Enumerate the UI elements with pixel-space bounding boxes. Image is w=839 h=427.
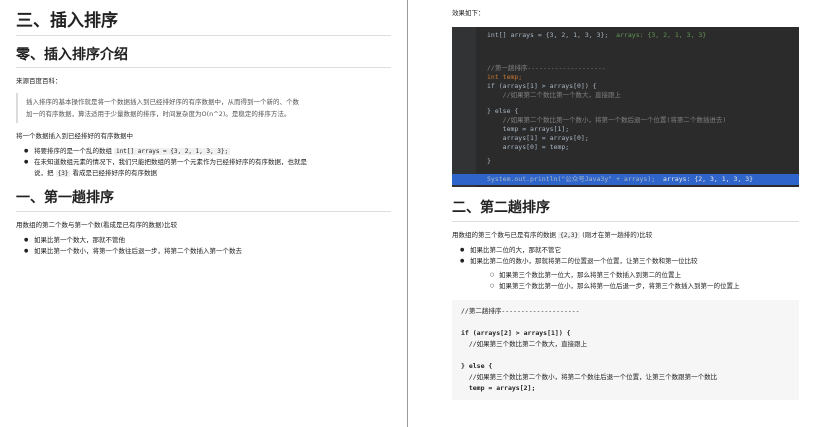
pass2-description: 用数组的第三个数与已是有序的数据 {2,3} (刚才在第一趟排的)比较 [452, 230, 799, 241]
bullet-text: 看成是已经排好序的有序数据 [70, 169, 157, 177]
pass1-heading: 一、第一趟排序 [16, 187, 391, 212]
code-line: } else { [487, 107, 519, 115]
code-line: //第二趟排序-------------------- [461, 307, 580, 315]
code-line: //如果第三个数比第二个数小，将第二个数往后退一个位置，让第三个数跟第一个数比 [461, 373, 718, 381]
bullet-text: 说，把 [34, 169, 56, 177]
code-line: if (arrays[1] > arrays[0]) { [487, 82, 597, 90]
code-line: //如果第二个数比第一个数小，将第一个数后退一个位置(将第二个数插进去) [487, 116, 727, 124]
source-label: 来源百度百科： [16, 77, 62, 85]
desc-text: (刚才在第一趟排的)比较 [580, 231, 653, 239]
list-item: 在未知道数组元素的情况下，我们只能把数组的第一个元素作为已经排好序的有序数据，也… [24, 157, 391, 179]
list-item: 如果比第二位的大，那就不管它 [460, 245, 799, 256]
code-block: //第二趟排序-------------------- if (arrays[2… [452, 300, 799, 400]
effect-label: 效果如下： [452, 9, 485, 17]
ide-code-screenshot: int[] arrays = {3, 2, 1, 3, 3}; arrays: … [452, 27, 799, 187]
code-text: int[] arrays = {3, 2, 1, 3, 3}; [487, 31, 609, 39]
line-gutter [452, 27, 476, 187]
bullet-text: 在未知道数组元素的情况下，我们只能把数组的第一个元素作为已经排好序的有序数据，也… [34, 158, 307, 166]
list-item: 如果比第二位的数小，那就将第二的位置退一个位置，让第三个数和第一位比较 如果第三… [460, 256, 799, 292]
quote-line: 加一的有序数据，算法适用于少量数据的排序，时间复杂度为O(n^2)。是稳定的排序… [26, 110, 291, 118]
code-line: arrays[0] = temp; [487, 143, 570, 151]
code-line: } else { [461, 362, 493, 370]
code-line: System.out.println("公众号Java3y" + arrays)… [487, 175, 753, 184]
code-line: //如果第二个数比第一个数大，直接跟上 [487, 91, 621, 99]
code-line: //如果第三个数比第二个数大，直接跟上 [461, 340, 588, 348]
code-line: temp = arrays[1]; [487, 125, 570, 133]
right-page: 效果如下： int[] arrays = {3, 2, 1, 3, 3}; ar… [409, 0, 839, 427]
sub-bullets: 如果第三个数比第一位大，那么将第三个数插入到第二的位置上 如果第三个数比第一位小… [490, 270, 799, 292]
definition-quote: 插入排序的基本操作就是将一个数据插入到已经排好序的有序数据中，从而得到一个新的、… [16, 93, 391, 123]
page-title: 三、插入排序 [16, 6, 391, 36]
quote-line: 插入排序的基本操作就是将一个数据插入到已经排好序的有序数据中，从而得到一个新的、… [26, 98, 299, 106]
list-item: 如果比第一个数小，将第一个数往后退一步，将第二个数插入第一个数去 [24, 246, 391, 257]
pass1-description: 用数组的第二个数与第一个数(看成是已有序的数据)比较 [16, 221, 178, 229]
pass2-bullets: 如果比第二位的大，那就不管它 如果比第二位的数小，那就将第二的位置退一个位置，让… [460, 245, 799, 292]
debug-value: arrays: {3, 2, 1, 3, 3} [616, 31, 707, 39]
code-line: } [487, 157, 491, 165]
code-text: System.out.println("公众号Java3y" + arrays)… [487, 175, 656, 183]
pass1-bullets: 如果比第一个数大，那就不管他 如果比第一个数小，将第一个数往后退一步，将第二个数… [24, 235, 391, 257]
code-line: arrays[1] = arrays[0]; [487, 134, 589, 142]
debug-value: arrays: {2, 3, 1, 3, 3} [663, 175, 754, 183]
code-line: temp = arrays[2]; [461, 384, 536, 392]
subhead: 将一个数据插入到已经排好的有序数据中 [16, 132, 133, 140]
inline-code: {2,3} [558, 232, 581, 239]
list-item: 如果比第一个数大，那就不管他 [24, 235, 391, 246]
desc-text: 用数组的第三个数与已是有序的数据 [452, 231, 559, 239]
code-line: //第一趟排序-------------------- [487, 64, 606, 72]
code-line: if (arrays[2] > arrays[1]) { [461, 329, 571, 337]
bullet-text: 如果比第二位的数小，那就将第二的位置退一个位置，让第三个数和第一位比较 [470, 257, 698, 265]
bullet-text: 将要排序的是一个乱的数组 [34, 147, 115, 155]
intro-heading: 零、插入排序介绍 [16, 44, 391, 68]
sub-list-item: 如果第三个数比第一位大，那么将第三个数插入到第二的位置上 [490, 270, 799, 281]
code-line: int[] arrays = {3, 2, 1, 3, 3}; arrays: … [487, 31, 706, 40]
list-item: 将要排序的是一个乱的数组 int[] arrays = {3, 2, 1, 3,… [24, 146, 391, 157]
page-divider [407, 0, 408, 427]
inline-code: {3} [55, 170, 71, 177]
code-line: int temp; [487, 73, 523, 81]
left-page: 三、插入排序 零、插入排序介绍 来源百度百科： 插入排序的基本操作就是将一个数据… [0, 0, 407, 427]
intro-bullets: 将要排序的是一个乱的数组 int[] arrays = {3, 2, 1, 3,… [24, 146, 391, 179]
sub-list-item: 如果第三个数比第一位小，那么将第一位后退一步，将第三个数插入到第一的位置上 [490, 281, 799, 292]
pass2-heading: 二、第二趟排序 [452, 197, 799, 222]
inline-code: int[] arrays = {3, 2, 1, 3, 3}; [114, 148, 231, 155]
